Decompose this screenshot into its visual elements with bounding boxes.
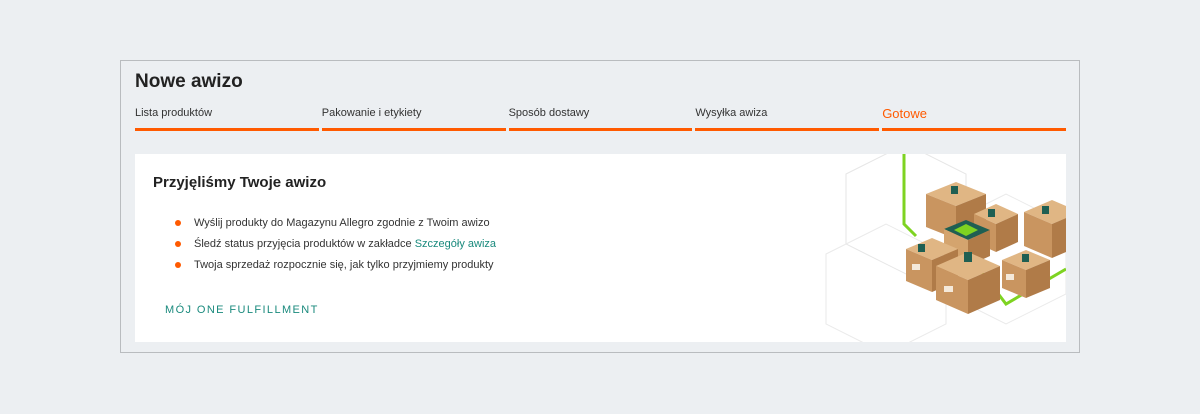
step-label: Gotowe — [882, 106, 927, 121]
confirmation-card: Przyjęliśmy Twoje awizo Wyślij produkty … — [135, 154, 1066, 342]
list-item-text: Twoja sprzedaż rozpocznie się, jak tylko… — [194, 259, 494, 271]
step-lista-produktow[interactable]: Lista produktów — [135, 107, 319, 131]
step-label: Wysyłka awiza — [695, 107, 768, 119]
stacked-boxes-illustration — [806, 154, 1066, 342]
list-item: Śledź status przyjęcia produktów w zakła… — [175, 236, 496, 257]
progress-steps: Lista produktów Pakowanie i etykiety Spo… — [135, 106, 1066, 131]
list-item: Wyślij produkty do Magazynu Allegro zgod… — [175, 215, 496, 236]
step-sposob-dostawy[interactable]: Sposób dostawy — [508, 107, 693, 131]
step-label: Lista produktów — [135, 107, 213, 119]
card-title: Przyjęliśmy Twoje awizo — [153, 174, 327, 191]
step-pakowanie-i-etykiety[interactable]: Pakowanie i etykiety — [321, 107, 506, 131]
list-item-text: Wyślij produkty do Magazynu Allegro zgod… — [194, 217, 490, 229]
list-item-text: Śledź status przyjęcia produktów w zakła… — [194, 238, 415, 250]
awizo-panel: Nowe awizo Lista produktów Pakowanie i e… — [120, 60, 1080, 353]
step-label: Pakowanie i etykiety — [321, 107, 422, 119]
step-wysylka-awiza[interactable]: Wysyłka awiza — [695, 107, 880, 131]
moj-one-fulfillment-button[interactable]: MÓJ ONE FULFILLMENT — [165, 304, 319, 316]
step-label: Sposób dostawy — [508, 107, 590, 119]
boxes-icon — [825, 154, 1066, 342]
page-title: Nowe awizo — [135, 71, 243, 92]
bullet-dot-icon — [175, 262, 181, 268]
step-gotowe[interactable]: Gotowe — [882, 106, 1066, 131]
szczegoly-awiza-link[interactable]: Szczegóły awiza — [415, 238, 496, 250]
instructions-list: Wyślij produkty do Magazynu Allegro zgod… — [175, 215, 496, 278]
bullet-dot-icon — [175, 220, 181, 226]
list-item: Twoja sprzedaż rozpocznie się, jak tylko… — [175, 257, 496, 278]
bullet-dot-icon — [175, 241, 181, 247]
